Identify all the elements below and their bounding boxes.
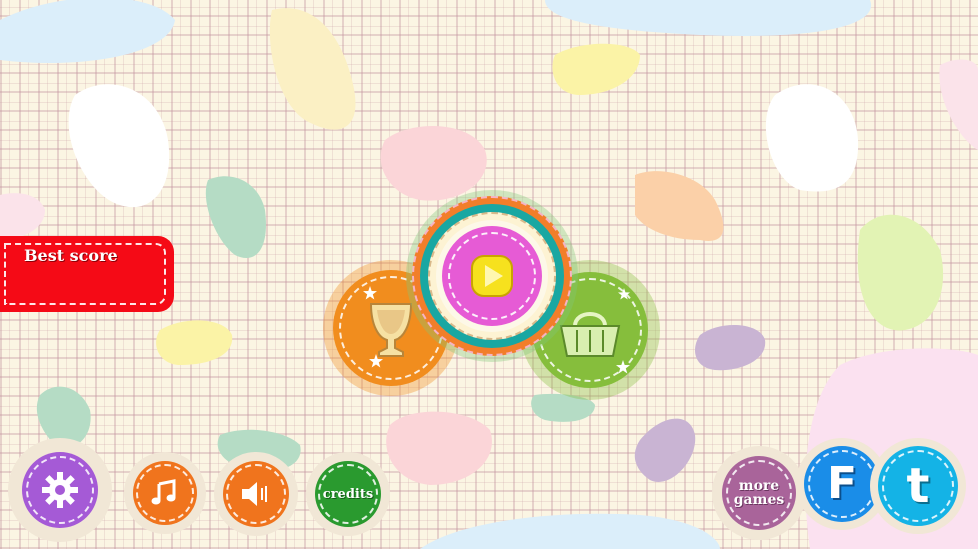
more-games-label: more games [734, 479, 784, 507]
star-icon [616, 360, 630, 374]
star-icon [363, 286, 377, 300]
gear-icon [42, 472, 78, 508]
play-icon [471, 255, 513, 297]
more-games-label-line2: games [733, 492, 785, 508]
twitter-button[interactable]: t [870, 438, 966, 534]
best-score-banner: Best score [0, 238, 172, 310]
sound-button[interactable] [214, 452, 298, 536]
best-score-label: Best score [24, 246, 118, 265]
star-icon [618, 288, 630, 300]
more-games-button[interactable]: more games [712, 446, 806, 540]
music-note-icon [151, 479, 176, 505]
twitter-label: t [906, 458, 930, 514]
more-games-label-line1: more [738, 478, 780, 494]
settings-button[interactable] [8, 438, 112, 542]
credits-label: credits [322, 486, 374, 502]
credits-button[interactable]: credits [306, 452, 390, 536]
star-icon [369, 354, 383, 368]
music-button[interactable] [124, 452, 206, 534]
game-menu-background: Best score credits more games F t [0, 0, 978, 549]
play-button[interactable] [406, 190, 578, 362]
facebook-label: F [826, 458, 858, 509]
speaker-icon [242, 482, 267, 506]
